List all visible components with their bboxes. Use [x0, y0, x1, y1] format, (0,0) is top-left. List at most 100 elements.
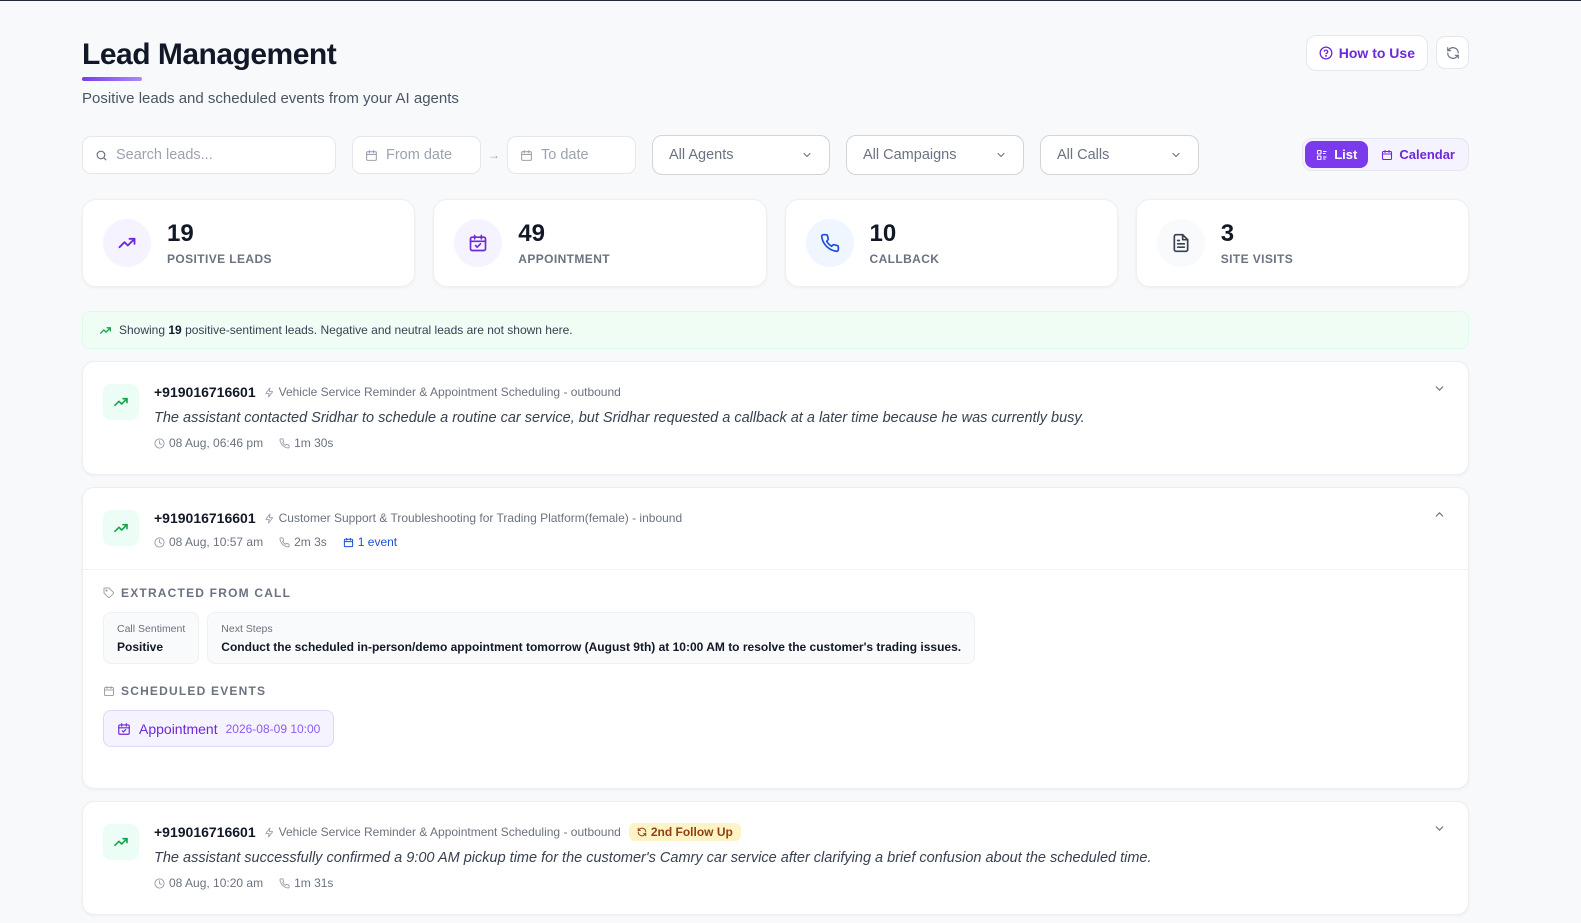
chevron-up-icon[interactable]: [1433, 508, 1446, 521]
from-date-placeholder: From date: [386, 147, 453, 163]
info-banner: Showing 19 positive-sentiment leads. Neg…: [82, 311, 1469, 349]
trending-up-icon: [103, 824, 139, 860]
calendar-icon: [343, 537, 353, 547]
calendar-view-label: Calendar: [1399, 147, 1455, 162]
refresh-button[interactable]: [1436, 36, 1469, 69]
trending-up-icon: [103, 219, 151, 267]
lead-summary: The assistant successfully confirmed a 9…: [154, 850, 1152, 866]
banner-text: Showing 19 positive-sentiment leads. Neg…: [119, 323, 573, 337]
lead-time: 08 Aug, 10:20 am: [154, 876, 263, 890]
lead-campaign: Customer Support & Troubleshooting for T…: [264, 511, 682, 525]
extracted-section-title: EXTRACTED FROM CALL: [103, 586, 1448, 600]
stat-value: 49: [518, 219, 545, 247]
view-toggle: List Calendar: [1302, 138, 1469, 171]
header-actions: How to Use: [1305, 35, 1469, 71]
chevron-down-icon[interactable]: [1433, 822, 1446, 835]
stat-label: APPOINTMENT: [518, 251, 610, 266]
page-header: Lead Management Positive leads and sched…: [82, 1, 1469, 135]
filters-bar: From date → To date All Agents All Campa…: [82, 135, 1469, 175]
phone-icon: [279, 536, 290, 548]
chevron-down-icon: [803, 152, 811, 158]
to-date-placeholder: To date: [541, 147, 589, 163]
zap-icon: [264, 386, 273, 398]
chevron-down-icon[interactable]: [1433, 382, 1446, 395]
clock-icon: [154, 437, 165, 449]
calls-select-value: All Calls: [1057, 147, 1110, 163]
extracted-fields: Call Sentiment Positive Next Steps Condu…: [103, 612, 1448, 664]
stat-site-visits: 3 SITE VISITS: [1135, 199, 1469, 287]
lead-duration: 1m 30s: [279, 436, 333, 450]
stat-value: 19: [167, 219, 194, 247]
zap-icon: [264, 826, 273, 838]
lead-phone: +919016716601: [154, 510, 256, 526]
event-datetime: 2026-08-09 10:00: [225, 721, 321, 736]
lead-card[interactable]: +919016716601 Vehicle Service Reminder &…: [82, 801, 1469, 915]
lead-phone: +919016716601: [154, 384, 256, 400]
calendar-check-icon: [454, 219, 503, 267]
lead-summary: The assistant contacted Sridhar to sched…: [154, 410, 1085, 426]
help-circle-icon: [1319, 46, 1333, 60]
event-name: Appointment: [139, 720, 218, 737]
campaigns-select-value: All Campaigns: [863, 147, 957, 163]
document-icon: [1156, 219, 1205, 267]
lead-card[interactable]: +919016716601 Customer Support & Trouble…: [82, 487, 1469, 789]
lead-campaign: Vehicle Service Reminder & Appointment S…: [264, 385, 621, 399]
phone-icon: [279, 437, 290, 449]
stat-label: CALLBACK: [869, 251, 940, 266]
refresh-icon: [637, 827, 647, 837]
date-range-arrow: →: [488, 148, 500, 162]
calls-select[interactable]: All Calls: [1040, 135, 1199, 175]
lead-duration: 1m 31s: [279, 876, 333, 890]
trending-up-icon: [103, 510, 139, 546]
lead-management-page: Lead Management Positive leads and sched…: [0, 1, 1581, 923]
stat-value: 10: [869, 219, 897, 247]
page-subtitle: Positive leads and scheduled events from…: [82, 90, 459, 107]
page-title: Lead Management: [82, 38, 337, 71]
list-view-label: List: [1334, 147, 1358, 162]
agents-select[interactable]: All Agents: [652, 135, 830, 175]
scheduled-event-appointment[interactable]: Appointment 2026-08-09 10:00: [103, 710, 335, 747]
how-to-use-label: How to Use: [1338, 45, 1415, 61]
lead-events-count[interactable]: 1 event: [343, 535, 397, 549]
scheduled-events-title: SCHEDULED EVENTS: [103, 684, 1448, 698]
stat-appointment: 49 APPOINTMENT: [433, 199, 767, 287]
stat-callback: 10 CALLBACK: [784, 199, 1118, 287]
campaigns-select[interactable]: All Campaigns: [846, 135, 1024, 175]
lead-details: EXTRACTED FROM CALL Call Sentiment Posit…: [83, 569, 1468, 787]
refresh-icon: [1446, 46, 1459, 59]
zap-icon: [264, 512, 273, 524]
from-date-field[interactable]: From date: [352, 136, 481, 174]
lead-duration: 2m 3s: [279, 535, 327, 549]
follow-up-badge: 2nd Follow Up: [628, 823, 741, 841]
stat-label: SITE VISITS: [1220, 251, 1294, 266]
to-date-field[interactable]: To date: [507, 136, 636, 174]
calendar-icon: [366, 149, 377, 161]
search-icon: [96, 150, 107, 160]
lead-time: 08 Aug, 10:57 am: [154, 535, 263, 549]
calendar-view-button[interactable]: Calendar: [1370, 141, 1466, 168]
chevron-down-icon: [997, 152, 1005, 158]
trending-up-icon: [99, 326, 112, 334]
calendar-icon: [1382, 149, 1393, 160]
title-underline: [82, 77, 142, 81]
trending-up-icon: [103, 384, 139, 420]
lead-card[interactable]: +919016716601 Vehicle Service Reminder &…: [82, 361, 1469, 475]
how-to-use-button[interactable]: How to Use: [1305, 35, 1428, 71]
lead-time: 08 Aug, 06:46 pm: [154, 436, 263, 450]
lead-campaign: Vehicle Service Reminder & Appointment S…: [264, 825, 621, 839]
calendar-icon: [104, 686, 114, 696]
list-icon: [1317, 149, 1327, 160]
stat-label: POSITIVE LEADS: [167, 251, 272, 266]
stat-value: 3: [1220, 219, 1235, 247]
search-box[interactable]: [82, 136, 336, 174]
clock-icon: [154, 877, 165, 889]
phone-icon: [805, 219, 854, 267]
chevron-down-icon: [1172, 152, 1180, 158]
stats-row: 19 POSITIVE LEADS 49 APPOINTMENT 10 CALL…: [82, 199, 1469, 287]
stat-positive-leads: 19 POSITIVE LEADS: [82, 199, 416, 287]
clock-icon: [154, 536, 165, 548]
calendar-icon: [521, 149, 532, 161]
extracted-field: Call Sentiment Positive: [103, 612, 200, 664]
list-view-button[interactable]: List: [1305, 141, 1369, 168]
search-input[interactable]: [116, 147, 316, 163]
